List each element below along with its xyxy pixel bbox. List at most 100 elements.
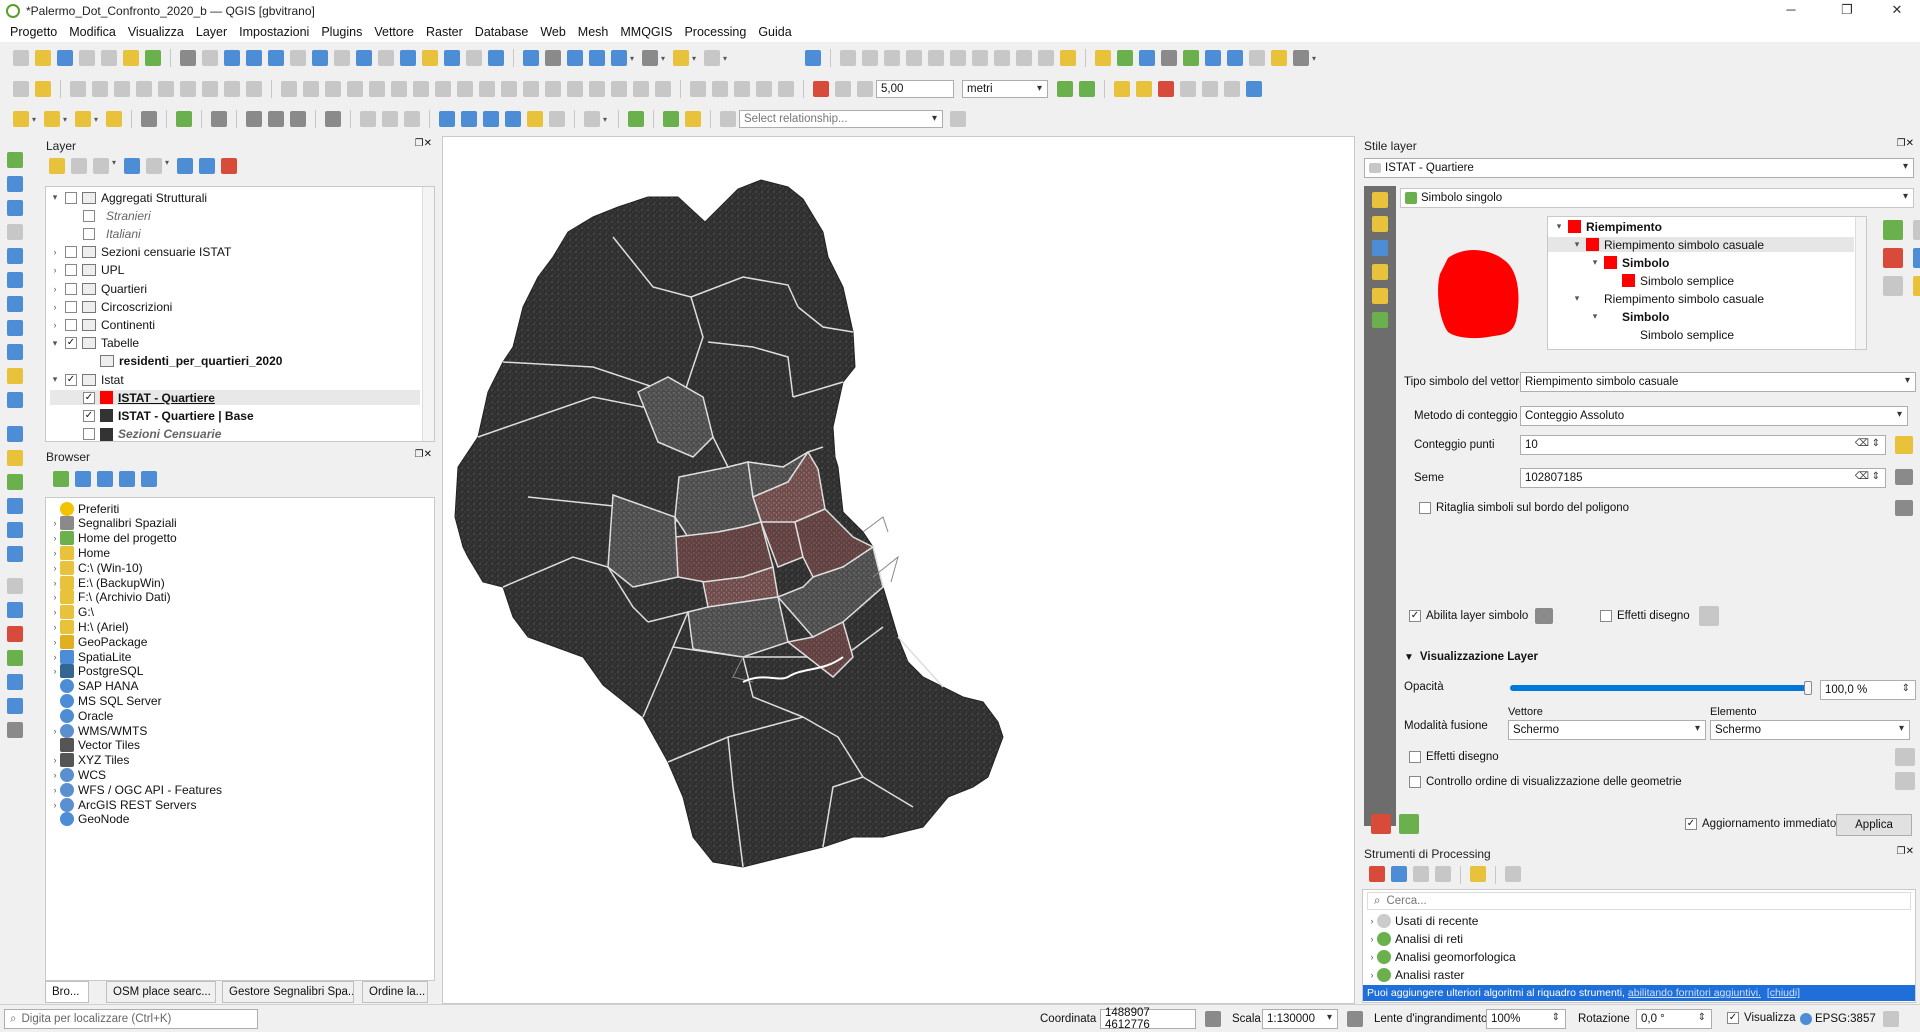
toggle-extents-icon[interactable] <box>1205 1011 1221 1027</box>
layer-tree-item[interactable]: Stranieri <box>50 208 420 223</box>
layer-tree-item[interactable]: › Sezioni censuarie ISTAT <box>50 245 420 260</box>
menu-layer[interactable]: Layer <box>190 25 233 39</box>
proc-item-recent[interactable]: › Usati di recente <box>1367 913 1478 928</box>
menu-visualizza[interactable]: Visualizza <box>122 25 190 39</box>
layer-tree-item[interactable]: ▾ ✓ Tabelle <box>50 336 420 351</box>
globe-a-icon[interactable] <box>246 111 262 127</box>
layer-rendering-section[interactable]: ▼ Visualizzazione Layer <box>1404 651 1538 663</box>
rotation-input[interactable]: 0,0 ° ⇕ <box>1636 1009 1712 1029</box>
labels-tab-icon[interactable] <box>1372 216 1388 232</box>
trim-extend-icon[interactable] <box>655 81 671 97</box>
collapse-all-icon[interactable] <box>199 158 215 174</box>
renderer-select[interactable]: Simbolo singolo ▾ <box>1400 188 1914 208</box>
menu-guida[interactable]: Guida <box>752 25 797 39</box>
panel-float-close-icon[interactable]: ❐✕ <box>415 138 432 149</box>
browser-filter-icon[interactable] <box>97 471 113 487</box>
data-defined-override-icon[interactable] <box>1895 436 1913 454</box>
expand-arrow-icon[interactable]: ▾ <box>1572 239 1582 250</box>
blend-feature-select[interactable]: Schermo ▾ <box>1710 720 1910 740</box>
copy-icon[interactable] <box>180 81 196 97</box>
expand-arrow-icon[interactable]: › <box>50 265 60 275</box>
new-gpkg-icon[interactable] <box>7 426 23 442</box>
apply-button[interactable]: Applica <box>1836 814 1912 836</box>
proc-item-network[interactable]: › Analisi di reti <box>1367 931 1463 946</box>
annotation-icon[interactable] <box>642 50 658 66</box>
statistics-icon[interactable] <box>567 50 583 66</box>
opacity-slider[interactable] <box>1510 681 1812 695</box>
label-show-icon[interactable] <box>906 50 922 66</box>
select-features-icon[interactable] <box>13 111 29 127</box>
close-banner-link[interactable]: [chiudi] <box>1767 987 1800 999</box>
gps-icon[interactable] <box>7 602 23 618</box>
layer-visibility-checkbox[interactable] <box>83 209 95 222</box>
expand-arrow-icon[interactable]: ▾ <box>1554 221 1564 232</box>
seed-override-icon[interactable] <box>1895 469 1913 485</box>
history-icon[interactable] <box>1413 866 1429 882</box>
georef-c-icon[interactable] <box>404 111 420 127</box>
georef-a-icon[interactable] <box>360 111 376 127</box>
plugin-c-icon[interactable] <box>1161 50 1177 66</box>
redo-style-icon[interactable] <box>1399 814 1419 834</box>
vertex-d-icon[interactable] <box>505 111 521 127</box>
add-xyz-icon[interactable] <box>7 368 23 384</box>
browser-item[interactable]: › WFS / OGC API - Features <box>50 782 222 797</box>
add-selected-layers-icon[interactable] <box>53 471 69 487</box>
live-update-checkbox[interactable]: ✓ <box>1685 818 1697 830</box>
add-point-cloud-icon[interactable] <box>7 578 23 594</box>
zoom-in-icon[interactable] <box>224 50 240 66</box>
redo-icon[interactable] <box>246 81 262 97</box>
browser-collapse-icon[interactable] <box>119 471 135 487</box>
layer-visibility-checkbox[interactable]: ✓ <box>83 391 95 404</box>
locator-input[interactable]: ⌕ Digita per localizzare (Ctrl+K) <box>4 1009 258 1029</box>
deselect-icon[interactable] <box>704 50 720 66</box>
expand-all-icon[interactable] <box>177 158 193 174</box>
browser-item[interactable]: MS SQL Server <box>50 693 162 708</box>
edit-features-icon[interactable] <box>1470 866 1486 882</box>
lock-scale-icon[interactable] <box>1347 1011 1363 1027</box>
new-virtual-icon[interactable] <box>7 522 23 538</box>
zoom-last-icon[interactable] <box>356 50 372 66</box>
map-tips-icon[interactable] <box>611 50 627 66</box>
add-mesh-icon[interactable] <box>7 200 23 216</box>
plugin-d-icon[interactable] <box>1183 50 1199 66</box>
layer-effects-icon[interactable] <box>1895 748 1915 766</box>
split-parts-icon[interactable] <box>545 81 561 97</box>
vertex-c-icon[interactable] <box>483 111 499 127</box>
expand-arrow-icon[interactable]: › <box>50 563 60 573</box>
count-method-select[interactable]: Conteggio Assoluto ▾ <box>1520 406 1908 426</box>
triangle-icon[interactable] <box>7 650 23 666</box>
expand-arrow-icon[interactable]: ▾ <box>1572 293 1582 304</box>
layer-visibility-checkbox[interactable] <box>65 282 77 295</box>
add-vector-icon[interactable] <box>7 152 23 168</box>
style-manager-icon[interactable] <box>145 50 161 66</box>
clip-override-icon[interactable] <box>1895 500 1913 516</box>
ellipse-icon[interactable] <box>712 81 728 97</box>
zoom-full-icon[interactable] <box>268 50 284 66</box>
snap-tolerance-input[interactable]: 5,00 <box>876 80 954 98</box>
expand-arrow-icon[interactable]: ▾ <box>1590 257 1600 268</box>
effects-star-icon[interactable] <box>1699 606 1719 626</box>
select-value-icon[interactable] <box>44 111 60 127</box>
magnifier-input[interactable]: 100% ⇕ <box>1486 1009 1566 1029</box>
layer-tree-item[interactable]: ✓ ISTAT - Quartiere | Base <box>50 408 420 423</box>
temporal-controller-icon[interactable] <box>466 50 482 66</box>
save-edits-icon[interactable] <box>70 81 86 97</box>
browser-item[interactable]: › SpatiaLite <box>50 649 131 664</box>
browser-item[interactable]: › C:\ (Win-10) <box>50 560 143 575</box>
new-map-view-icon[interactable] <box>400 50 416 66</box>
menu-web[interactable]: Web <box>534 25 571 39</box>
manage-map-themes-icon[interactable] <box>93 158 109 174</box>
delete-selected-icon[interactable] <box>136 81 152 97</box>
close-button[interactable]: ✕ <box>1874 0 1920 22</box>
open-project-icon[interactable] <box>35 50 51 66</box>
browser-properties-icon[interactable] <box>141 471 157 487</box>
enable-providers-link[interactable]: abilitando fornitori aggiuntivi. <box>1628 987 1761 999</box>
layer-tree-item[interactable]: › Circoscrizioni <box>50 299 420 314</box>
expand-arrow-icon[interactable]: ▾ <box>50 338 60 349</box>
paste-icon[interactable] <box>202 81 218 97</box>
fill-ring-icon[interactable] <box>413 81 429 97</box>
processing-float-close-icon[interactable]: ❐✕ <box>1897 846 1914 857</box>
expand-arrow-icon[interactable]: › <box>50 578 60 588</box>
layer-tree-item[interactable]: › UPL <box>50 263 420 278</box>
rotate-point-icon[interactable] <box>611 81 627 97</box>
